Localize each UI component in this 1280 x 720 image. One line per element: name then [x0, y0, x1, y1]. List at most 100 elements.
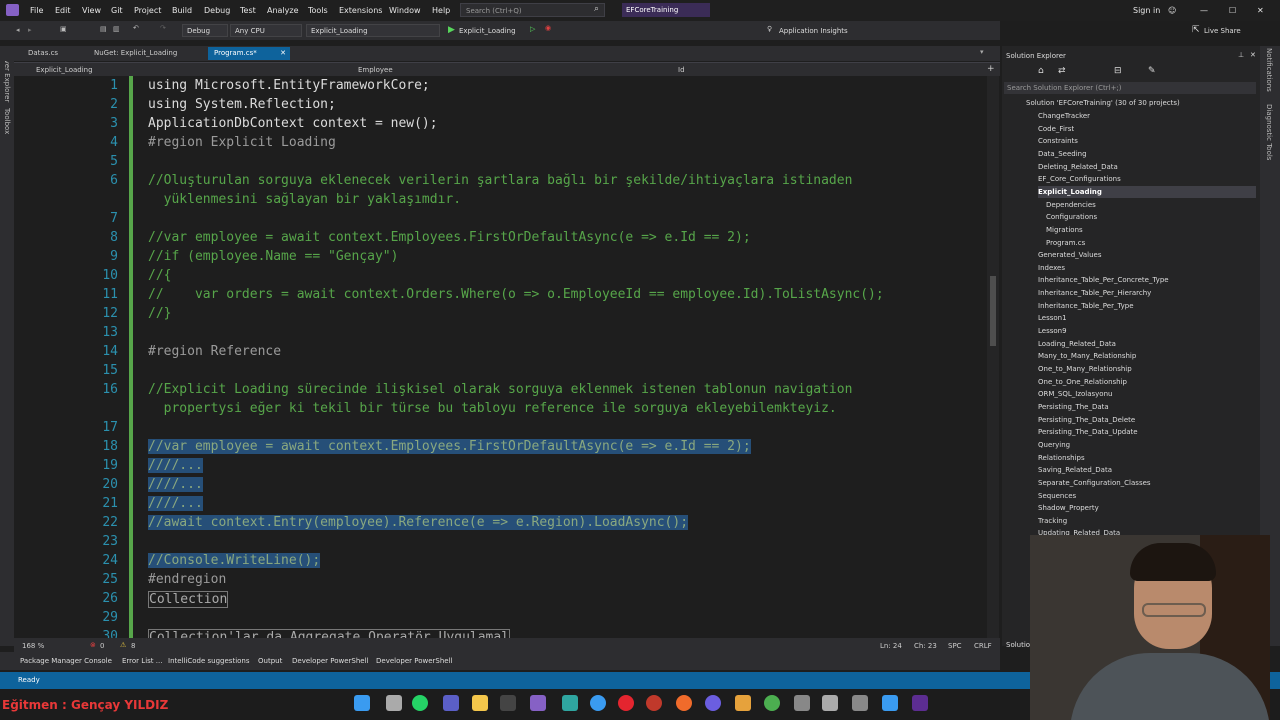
solution-tree-item[interactable]: Code_First [1038, 123, 1074, 135]
run-button[interactable]: Explicit_Loading [459, 27, 516, 35]
split-editor-icon[interactable]: + [987, 64, 995, 74]
solution-tree-item[interactable]: Deleting_Related_Data [1038, 161, 1118, 173]
sync-icon[interactable]: ⇄ [1058, 66, 1066, 76]
type-nav-dropdown[interactable]: Employee [358, 66, 393, 74]
properties-icon[interactable]: ✎ [1148, 66, 1156, 76]
editor-scroll-thumb[interactable] [990, 276, 996, 346]
solution-tree-item[interactable]: Lesson1 [1038, 312, 1067, 324]
home-icon[interactable]: ⌂ [1038, 66, 1044, 76]
output-tab[interactable]: Output [258, 657, 282, 665]
solution-tree-item[interactable]: One_to_One_Relationship [1038, 376, 1127, 388]
solution-tree-item[interactable]: Persisting_The_Data_Update [1038, 426, 1138, 438]
app-insights-button[interactable]: Application Insights [779, 27, 848, 35]
menu-extensions[interactable]: Extensions [339, 6, 382, 15]
menu-debug[interactable]: Debug [204, 6, 230, 15]
code-line[interactable]: ApplicationDbContext context = new(); [148, 116, 438, 131]
zoom-level[interactable]: 168 % [22, 642, 44, 650]
code-line[interactable]: ////... [148, 477, 203, 492]
browser-icon[interactable] [590, 695, 606, 711]
tool-icon[interactable] [794, 695, 810, 711]
maximize-icon[interactable]: ☐ [1229, 6, 1236, 15]
terminal-icon[interactable] [500, 695, 516, 711]
code-line[interactable]: yüklenmesini sağlayan bir yaklaşımdır. [148, 192, 461, 207]
redo-icon[interactable]: ↷ [160, 24, 166, 32]
member-nav-dropdown[interactable]: Id [678, 66, 685, 74]
solution-tree-item[interactable]: Persisting_The_Data [1038, 401, 1109, 413]
project-nav-dropdown[interactable]: Explicit_Loading [36, 66, 93, 74]
whatsapp-icon[interactable] [412, 695, 428, 711]
pin-icon[interactable]: ⊥ [1238, 51, 1244, 59]
back-icon[interactable]: ◂ [16, 26, 20, 34]
code-line[interactable]: //var employee = await context.Employees… [148, 230, 751, 245]
sketch-icon[interactable] [735, 695, 751, 711]
run-without-debug-icon[interactable]: ▷ [530, 25, 535, 33]
package-manager-console-tab[interactable]: Package Manager Console [20, 657, 112, 665]
taskview-icon[interactable] [386, 695, 402, 711]
code-line[interactable]: propertysi eğer ki tekil bir türse bu ta… [148, 401, 837, 416]
solution-tree-item[interactable]: Program.cs [1046, 237, 1085, 249]
tab-overflow-icon[interactable]: ▾ [980, 48, 984, 56]
code-line[interactable]: //Oluşturulan sorguya eklenecek verileri… [148, 173, 852, 188]
vs-logo-icon[interactable] [6, 4, 19, 16]
toolbox-tab[interactable]: Toolbox [3, 108, 11, 134]
search-icon[interactable]: ⌕ [594, 4, 599, 14]
postman-icon[interactable] [676, 695, 692, 711]
code-line[interactable]: #endregion [148, 572, 226, 587]
collapse-all-icon[interactable]: ⊟ [1114, 66, 1122, 76]
solution-tree-item[interactable]: One_to_Many_Relationship [1038, 363, 1132, 375]
vs-taskbar-icon[interactable] [912, 695, 928, 711]
code-line[interactable]: Collection'lar da Aggregate Operatör Uyg… [148, 629, 511, 638]
solution-root[interactable]: Solution 'EFCoreTraining' (30 of 30 proj… [1026, 99, 1180, 107]
forward-icon[interactable]: ▸ [28, 26, 32, 34]
menu-view[interactable]: View [82, 6, 101, 15]
code-line[interactable]: //var employee = await context.Employees… [148, 439, 751, 454]
solution-tree-item[interactable]: ChangeTracker [1038, 110, 1090, 122]
solution-tree-item[interactable]: Separate_Configuration_Classes [1038, 477, 1151, 489]
windows-start-icon[interactable] [354, 695, 370, 711]
chrome-icon[interactable] [764, 695, 780, 711]
search-input[interactable]: Search (Ctrl+Q) [460, 3, 605, 17]
code-line[interactable]: //await context.Entry(employee).Referenc… [148, 515, 689, 530]
menu-edit[interactable]: Edit [55, 6, 71, 15]
solution-tree-item[interactable]: Dependencies [1046, 199, 1096, 211]
code-line[interactable]: #region Reference [148, 344, 281, 359]
solution-tree-item[interactable]: Shadow_Property [1038, 502, 1099, 514]
solution-tree-item[interactable]: Many_to_Many_Relationship [1038, 350, 1136, 362]
code-line[interactable]: using Microsoft.EntityFrameworkCore; [148, 78, 430, 93]
solution-tree-item[interactable]: Explicit_Loading [1038, 185, 1256, 198]
warning-count[interactable]: 8 [131, 642, 135, 650]
code-line[interactable]: ////... [148, 496, 203, 511]
editor-scrollbar[interactable] [987, 76, 999, 638]
startup-project-select[interactable]: Explicit_Loading [306, 24, 440, 37]
menu-git[interactable]: Git [111, 6, 123, 15]
menu-window[interactable]: Window [389, 6, 421, 15]
solution-tree-item[interactable]: Generated_Values [1038, 249, 1102, 261]
solution-tree-item[interactable]: Migrations [1046, 224, 1083, 236]
code-line[interactable]: //if (employee.Name == "Gençay") [148, 249, 398, 264]
record-icon[interactable] [646, 695, 662, 711]
account-icon[interactable]: ☺ [1168, 6, 1176, 15]
obs-icon[interactable] [705, 695, 721, 711]
menu-file[interactable]: File [30, 6, 43, 15]
menu-analyze[interactable]: Analyze [267, 6, 299, 15]
solution-tree-item[interactable]: Inheritance_Table_Per_Type [1038, 300, 1134, 312]
code-line[interactable]: //Console.WriteLine(); [148, 553, 321, 568]
undo-icon[interactable]: ↶ [133, 24, 139, 32]
pen-icon[interactable] [822, 695, 838, 711]
solution-tree-item[interactable]: Saving_Related_Data [1038, 464, 1112, 476]
solution-tree-item[interactable]: Data_Seeding [1038, 148, 1087, 160]
teams-icon[interactable] [443, 695, 459, 711]
close-panel-icon[interactable]: ✕ [1250, 51, 1256, 59]
solution-tree-item[interactable]: Querying [1038, 439, 1070, 451]
new-item-icon[interactable]: ▣ [60, 25, 67, 33]
solution-tree-item[interactable]: Configurations [1046, 211, 1097, 223]
code-editor[interactable]: 1 using Microsoft.EntityFrameworkCore; 2 us… [14, 76, 1000, 638]
platform-select[interactable]: Any CPU [230, 24, 302, 37]
menu-tools[interactable]: Tools [308, 6, 328, 15]
config-select[interactable]: Debug [182, 24, 228, 37]
line-ending[interactable]: CRLF [974, 642, 992, 650]
run-icon[interactable]: ▶ [448, 25, 455, 35]
solution-tree-item[interactable]: ORM_SQL_Izolasyonu [1038, 388, 1112, 400]
menu-build[interactable]: Build [172, 6, 192, 15]
solution-tree-item[interactable]: Indexes [1038, 262, 1065, 274]
